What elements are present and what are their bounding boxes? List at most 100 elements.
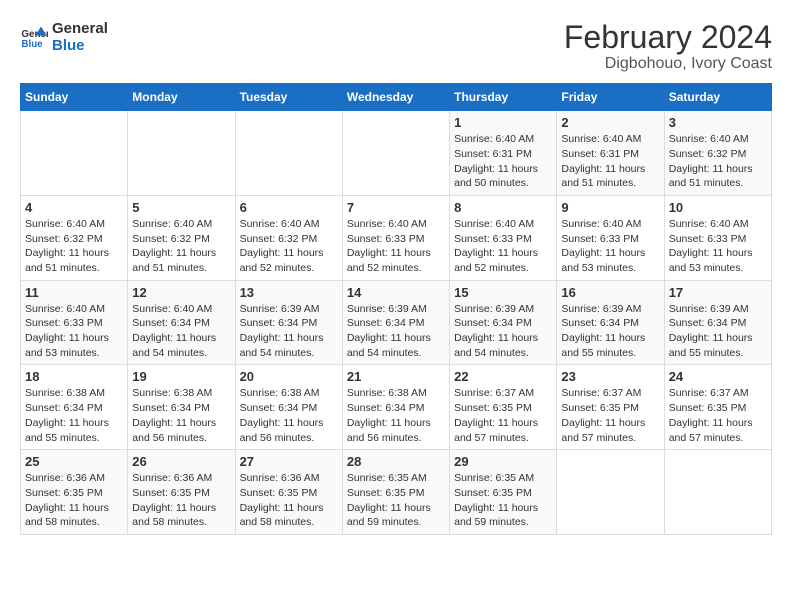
- day-info: Sunrise: 6:38 AMSunset: 6:34 PMDaylight:…: [132, 386, 230, 445]
- calendar-cell: [342, 111, 449, 196]
- day-info: Sunrise: 6:39 AMSunset: 6:34 PMDaylight:…: [454, 302, 552, 361]
- calendar-week-3: 11 Sunrise: 6:40 AMSunset: 6:33 PMDayligh…: [21, 280, 772, 365]
- day-number: 3: [669, 115, 767, 130]
- calendar-cell: 10 Sunrise: 6:40 AMSunset: 6:33 PMDayligh…: [664, 195, 771, 280]
- day-info: Sunrise: 6:38 AMSunset: 6:34 PMDaylight:…: [240, 386, 338, 445]
- day-info: Sunrise: 6:38 AMSunset: 6:34 PMDaylight:…: [347, 386, 445, 445]
- calendar-title: February 2024: [564, 20, 772, 55]
- calendar-cell: 14 Sunrise: 6:39 AMSunset: 6:34 PMDayligh…: [342, 280, 449, 365]
- calendar-cell: 2 Sunrise: 6:40 AMSunset: 6:31 PMDaylight…: [557, 111, 664, 196]
- day-number: 29: [454, 454, 552, 469]
- day-info: Sunrise: 6:40 AMSunset: 6:33 PMDaylight:…: [347, 217, 445, 276]
- day-number: 25: [25, 454, 123, 469]
- day-number: 28: [347, 454, 445, 469]
- day-number: 26: [132, 454, 230, 469]
- calendar-cell: 3 Sunrise: 6:40 AMSunset: 6:32 PMDaylight…: [664, 111, 771, 196]
- day-number: 6: [240, 200, 338, 215]
- calendar-cell: [21, 111, 128, 196]
- logo: General Blue General Blue: [20, 20, 108, 54]
- logo-icon: General Blue: [20, 23, 48, 51]
- weekday-header-sunday: Sunday: [21, 84, 128, 111]
- day-info: Sunrise: 6:36 AMSunset: 6:35 PMDaylight:…: [132, 471, 230, 530]
- day-number: 13: [240, 285, 338, 300]
- day-number: 16: [561, 285, 659, 300]
- day-info: Sunrise: 6:35 AMSunset: 6:35 PMDaylight:…: [454, 471, 552, 530]
- day-number: 14: [347, 285, 445, 300]
- day-number: 15: [454, 285, 552, 300]
- day-number: 4: [25, 200, 123, 215]
- calendar-cell: 1 Sunrise: 6:40 AMSunset: 6:31 PMDaylight…: [450, 111, 557, 196]
- calendar-cell: 19 Sunrise: 6:38 AMSunset: 6:34 PMDayligh…: [128, 365, 235, 450]
- calendar-cell: 24 Sunrise: 6:37 AMSunset: 6:35 PMDayligh…: [664, 365, 771, 450]
- day-number: 23: [561, 369, 659, 384]
- logo-blue: Blue: [52, 37, 108, 54]
- calendar-cell: [557, 450, 664, 535]
- day-number: 10: [669, 200, 767, 215]
- calendar-cell: [128, 111, 235, 196]
- day-info: Sunrise: 6:39 AMSunset: 6:34 PMDaylight:…: [669, 302, 767, 361]
- calendar-cell: 7 Sunrise: 6:40 AMSunset: 6:33 PMDaylight…: [342, 195, 449, 280]
- calendar-table: SundayMondayTuesdayWednesdayThursdayFrid…: [20, 83, 772, 535]
- day-info: Sunrise: 6:40 AMSunset: 6:31 PMDaylight:…: [454, 132, 552, 191]
- day-number: 5: [132, 200, 230, 215]
- calendar-cell: 27Sunrise: 6:36 AMSunset: 6:35 PMDayligh…: [235, 450, 342, 535]
- day-number: 24: [669, 369, 767, 384]
- calendar-cell: 4Sunrise: 6:40 AMSunset: 6:32 PMDaylight…: [21, 195, 128, 280]
- weekday-header-row: SundayMondayTuesdayWednesdayThursdayFrid…: [21, 84, 772, 111]
- calendar-cell: 21 Sunrise: 6:38 AMSunset: 6:34 PMDayligh…: [342, 365, 449, 450]
- day-number: 27: [240, 454, 338, 469]
- day-info: Sunrise: 6:40 AMSunset: 6:33 PMDaylight:…: [669, 217, 767, 276]
- day-info: Sunrise: 6:40 AMSunset: 6:31 PMDaylight:…: [561, 132, 659, 191]
- day-number: 2: [561, 115, 659, 130]
- calendar-cell: 8Sunrise: 6:40 AMSunset: 6:33 PMDaylight…: [450, 195, 557, 280]
- calendar-cell: 6 Sunrise: 6:40 AMSunset: 6:32 PMDaylight…: [235, 195, 342, 280]
- day-info: Sunrise: 6:40 AMSunset: 6:32 PMDaylight:…: [132, 217, 230, 276]
- weekday-header-friday: Friday: [557, 84, 664, 111]
- calendar-cell: 13Sunrise: 6:39 AMSunset: 6:34 PMDayligh…: [235, 280, 342, 365]
- calendar-cell: 20 Sunrise: 6:38 AMSunset: 6:34 PMDayligh…: [235, 365, 342, 450]
- calendar-cell: 18Sunrise: 6:38 AMSunset: 6:34 PMDayligh…: [21, 365, 128, 450]
- calendar-cell: 15 Sunrise: 6:39 AMSunset: 6:34 PMDayligh…: [450, 280, 557, 365]
- day-number: 21: [347, 369, 445, 384]
- weekday-header-wednesday: Wednesday: [342, 84, 449, 111]
- day-info: Sunrise: 6:38 AMSunset: 6:34 PMDaylight:…: [25, 386, 123, 445]
- day-number: 7: [347, 200, 445, 215]
- day-number: 9: [561, 200, 659, 215]
- calendar-cell: [235, 111, 342, 196]
- day-info: Sunrise: 6:40 AMSunset: 6:33 PMDaylight:…: [561, 217, 659, 276]
- logo-general: General: [52, 20, 108, 37]
- calendar-week-2: 4 Sunrise: 6:40 AMSunset: 6:32 PMDaylight…: [21, 195, 772, 280]
- day-number: 11: [25, 285, 123, 300]
- day-info: Sunrise: 6:39 AMSunset: 6:34 PMDaylight:…: [561, 302, 659, 361]
- calendar-cell: 25 Sunrise: 6:36 AMSunset: 6:35 PMDayligh…: [21, 450, 128, 535]
- calendar-week-4: 18Sunrise: 6:38 AMSunset: 6:34 PMDayligh…: [21, 365, 772, 450]
- day-info: Sunrise: 6:36 AMSunset: 6:35 PMDaylight:…: [25, 471, 123, 530]
- title-block: February 2024 Digbohouo, Ivory Coast: [564, 20, 772, 73]
- day-info: Sunrise: 6:40 AMSunset: 6:34 PMDaylight:…: [132, 302, 230, 361]
- day-info: Sunrise: 6:37 AMSunset: 6:35 PMDaylight:…: [561, 386, 659, 445]
- day-number: 17: [669, 285, 767, 300]
- day-number: 22: [454, 369, 552, 384]
- calendar-cell: 5 Sunrise: 6:40 AMSunset: 6:32 PMDaylight…: [128, 195, 235, 280]
- calendar-cell: 23 Sunrise: 6:37 AMSunset: 6:35 PMDayligh…: [557, 365, 664, 450]
- day-info: Sunrise: 6:40 AMSunset: 6:32 PMDaylight:…: [669, 132, 767, 191]
- day-info: Sunrise: 6:35 AMSunset: 6:35 PMDaylight:…: [347, 471, 445, 530]
- day-info: Sunrise: 6:40 AMSunset: 6:32 PMDaylight:…: [240, 217, 338, 276]
- day-number: 1: [454, 115, 552, 130]
- calendar-cell: 22Sunrise: 6:37 AMSunset: 6:35 PMDayligh…: [450, 365, 557, 450]
- calendar-cell: [664, 450, 771, 535]
- calendar-cell: 12Sunrise: 6:40 AMSunset: 6:34 PMDayligh…: [128, 280, 235, 365]
- calendar-cell: 29 Sunrise: 6:35 AMSunset: 6:35 PMDayligh…: [450, 450, 557, 535]
- calendar-cell: 11 Sunrise: 6:40 AMSunset: 6:33 PMDayligh…: [21, 280, 128, 365]
- day-number: 19: [132, 369, 230, 384]
- day-number: 20: [240, 369, 338, 384]
- day-info: Sunrise: 6:37 AMSunset: 6:35 PMDaylight:…: [669, 386, 767, 445]
- day-info: Sunrise: 6:40 AMSunset: 6:33 PMDaylight:…: [25, 302, 123, 361]
- day-info: Sunrise: 6:40 AMSunset: 6:33 PMDaylight:…: [454, 217, 552, 276]
- day-info: Sunrise: 6:39 AMSunset: 6:34 PMDaylight:…: [347, 302, 445, 361]
- calendar-cell: 28 Sunrise: 6:35 AMSunset: 6:35 PMDayligh…: [342, 450, 449, 535]
- svg-text:Blue: Blue: [21, 39, 43, 50]
- calendar-subtitle: Digbohouo, Ivory Coast: [564, 55, 772, 73]
- calendar-cell: 26 Sunrise: 6:36 AMSunset: 6:35 PMDayligh…: [128, 450, 235, 535]
- page-header: General Blue General Blue February 2024 …: [20, 20, 772, 73]
